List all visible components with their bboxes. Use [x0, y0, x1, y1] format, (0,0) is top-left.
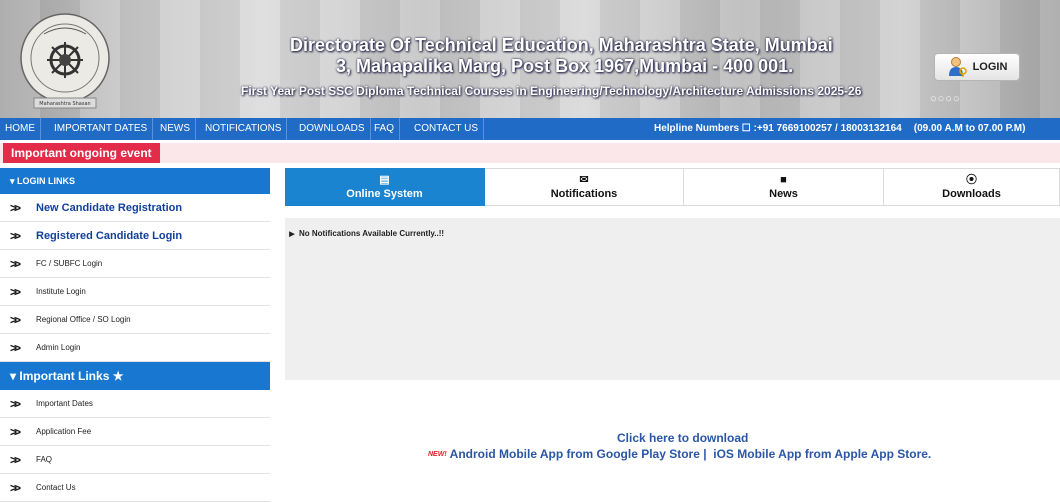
sidebar-item-label: FC / SUBFC Login — [36, 259, 103, 268]
android-app-link[interactable]: Android Mobile App from Google Play Stor… — [450, 447, 707, 461]
tab-online-system[interactable]: ▤ Online System — [285, 168, 485, 206]
double-chevron-icon: >> — [10, 201, 21, 215]
helpline-hours: (09.00 A.M to 07.00 P.M) — [913, 123, 1026, 134]
login-links-heading[interactable]: ▾ LOGIN LINKS 👤 — [0, 168, 270, 194]
sidebar-item-contact-us[interactable]: >> Contact Us — [0, 474, 270, 502]
nav-contact-us[interactable]: CONTACT US — [409, 118, 485, 140]
tab-label: Downloads — [942, 187, 1001, 200]
sidebar-item-regional-office-login[interactable]: >> Regional Office / SO Login — [0, 306, 270, 334]
content-tabs: ▤ Online System ✉ Notifications ■ News ⦿… — [285, 168, 1060, 206]
nav-home[interactable]: HOME — [0, 118, 41, 140]
triangle-right-icon: ▶ — [289, 231, 295, 238]
sidebar-item-faq[interactable]: >> FAQ — [0, 446, 270, 474]
nav-important-dates[interactable]: IMPORTANT DATES — [49, 118, 154, 140]
sidebar-item-registered-candidate-login[interactable]: >> Registered Candidate Login — [0, 222, 270, 250]
double-chevron-icon: >> — [10, 313, 21, 327]
sidebar-item-admin-login[interactable]: >> Admin Login — [0, 334, 270, 362]
header-title-line3: First Year Post SSC Diploma Technical Co… — [241, 84, 862, 98]
download-heading[interactable]: Click here to download — [617, 431, 748, 445]
double-chevron-icon: >> — [10, 425, 21, 439]
sidebar-item-application-fee[interactable]: >> Application Fee — [0, 418, 270, 446]
sidebar-item-label: Application Fee — [36, 427, 92, 436]
sidebar-item-fc-subfc-login[interactable]: >> FC / SUBFC Login — [0, 250, 270, 278]
sidebar-item-important-dates[interactable]: >> Important Dates — [0, 390, 270, 418]
sidebar-item-label: Regional Office / SO Login — [36, 315, 131, 324]
double-chevron-icon: >> — [10, 229, 21, 243]
login-label: LOGIN — [972, 61, 1008, 73]
maharashtra-emblem-logo: Maharashtra Shasan — [20, 13, 110, 109]
double-chevron-icon: >> — [10, 257, 21, 271]
main-navbar: HOME IMPORTANT DATES NEWS NOTIFICATIONS … — [0, 118, 1060, 140]
event-bar: Important ongoing event — [0, 143, 1060, 163]
nav-downloads[interactable]: DOWNLOADS — [294, 118, 371, 140]
tab-label: Online System — [346, 187, 423, 200]
helpline-numbers: Helpline Numbers ☐ :+91 7669100257 / 180… — [654, 123, 902, 134]
download-icon: ⦿ — [966, 173, 977, 186]
important-event-label[interactable]: Important ongoing event — [3, 143, 160, 163]
tab-label: News — [769, 187, 798, 200]
sidebar-item-new-candidate-registration[interactable]: >> New Candidate Registration — [0, 194, 270, 222]
notification-item: ▶ No Notifications Available Currently..!… — [285, 229, 444, 238]
nav-news[interactable]: NEWS — [155, 118, 196, 140]
notification-message: No Notifications Available Currently..!! — [299, 229, 445, 238]
sidebar-item-label: Admin Login — [36, 343, 81, 352]
sidebar-item-label: New Candidate Registration — [36, 202, 183, 214]
double-chevron-icon: >> — [10, 453, 21, 467]
svg-text:Maharashtra Shasan: Maharashtra Shasan — [39, 101, 90, 107]
nav-notifications[interactable]: NOTIFICATIONS — [200, 118, 288, 140]
sidebar-item-label: Registered Candidate Login — [36, 230, 183, 242]
download-links: NEW! Android Mobile App from Google Play … — [428, 447, 931, 461]
important-links-heading[interactable]: ▾ Important Links ★ — [0, 362, 270, 390]
new-badge: NEW! — [428, 451, 447, 459]
login-button[interactable]: LOGIN — [934, 53, 1020, 81]
sidebar-item-institute-login[interactable]: >> Institute Login — [0, 278, 270, 306]
sidebar-item-label: FAQ — [36, 455, 53, 464]
sidebar-item-label: Contact Us — [36, 483, 76, 492]
double-chevron-icon: >> — [10, 285, 21, 299]
tab-news[interactable]: ■ News — [684, 168, 884, 206]
site-header: Maharashtra Shasan Directorate Of Techni… — [0, 0, 1060, 118]
document-icon: ■ — [780, 173, 787, 186]
header-title-line1: Directorate Of Technical Education, Maha… — [290, 35, 833, 55]
tab-downloads[interactable]: ⦿ Downloads — [884, 168, 1060, 206]
sidebar: ▾ LOGIN LINKS 👤 >> New Candidate Registra… — [0, 168, 270, 502]
nav-faq[interactable]: FAQ — [369, 118, 401, 140]
user-key-icon — [948, 57, 967, 77]
header-title-line2: 3, Mahapalika Marg, Post Box 1967,Mumbai… — [336, 56, 794, 76]
double-chevron-icon: >> — [10, 481, 21, 495]
sidebar-item-label: Important Dates — [36, 399, 93, 408]
helpline-info: Helpline Numbers ☐ :+91 7669100257 / 180… — [654, 118, 1025, 140]
notifications-panel: ▶ No Notifications Available Currently..!… — [285, 218, 1060, 380]
header-dots-decoration: ○○○○ — [930, 93, 961, 105]
tab-notifications[interactable]: ✉ Notifications — [485, 168, 684, 206]
envelope-icon: ✉ — [579, 173, 589, 186]
ios-app-link[interactable]: iOS Mobile App from Apple App Store. — [713, 447, 931, 461]
double-chevron-icon: >> — [10, 397, 21, 411]
sidebar-item-label: Institute Login — [36, 287, 86, 296]
list-icon: ▤ — [379, 173, 390, 186]
double-chevron-icon: >> — [10, 341, 21, 355]
tab-label: Notifications — [550, 187, 618, 200]
